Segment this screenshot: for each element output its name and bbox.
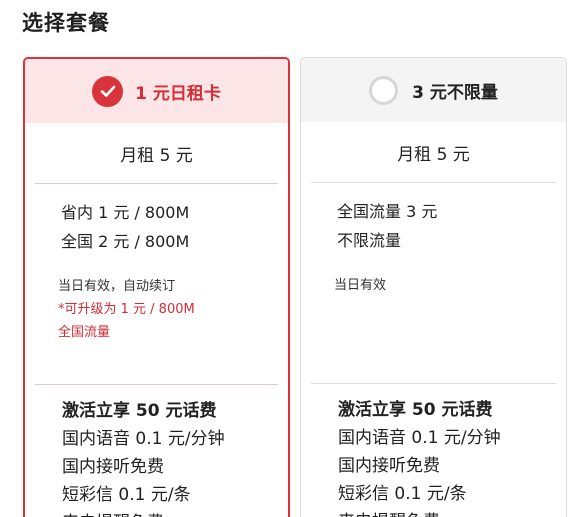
benefit-item: 国内接听免费	[62, 457, 164, 477]
plan-card-daily[interactable]: 1 元日租卡 月租 5 元 省内 1 元 / 800M 全国 2 元 / 800…	[23, 57, 290, 517]
feature-item: 全国 2 元 / 800M	[61, 232, 190, 251]
upgrade-note: *可升级为 1 元 / 800M	[58, 302, 195, 317]
benefit-item: 短彩信 0.1 元/条	[338, 484, 467, 504]
plan-benefits: 激活立享 50 元话费 国内语音 0.1 元/分钟 国内接听免费 短彩信 0.1…	[301, 384, 566, 517]
plan-features: 省内 1 元 / 800M 全国 2 元 / 800M	[25, 184, 288, 256]
plan-selection-page: 选择套餐 1 元日租卡 月租 5 元 省内 1 元 / 800M 全国 2 元 …	[0, 0, 578, 517]
radio-empty-icon[interactable]	[369, 75, 399, 105]
plan-note: 当日有效	[334, 278, 387, 293]
plan-benefits: 激活立享 50 元话费 国内语音 0.1 元/分钟 国内接听免费 短彩信 0.1…	[25, 385, 288, 517]
feature-item: 全国流量 3 元	[337, 202, 438, 221]
plan-name: 3 元不限量	[412, 82, 498, 103]
section-title: 选择套餐	[22, 11, 110, 35]
benefit-item: 激活立享 50 元话费	[338, 400, 493, 420]
plan-features: 全国流量 3 元 不限流量	[301, 183, 566, 255]
upgrade-note: 全国流量	[58, 325, 111, 340]
plan-name: 1 元日租卡	[135, 83, 221, 104]
plan-note-block: 当日有效，自动续订 *可升级为 1 元 / 800M 全国流量	[25, 256, 288, 384]
plan-price: 月租 5 元	[397, 144, 470, 165]
plan-card-unlimited[interactable]: 3 元不限量 月租 5 元 全国流量 3 元 不限流量 当日有效 激活立享 50…	[300, 57, 567, 517]
feature-item: 不限流量	[337, 231, 402, 250]
check-circle-icon[interactable]	[92, 75, 124, 107]
benefit-item: 来电提醒免费	[338, 508, 566, 517]
benefit-item: 短彩信 0.1 元/条	[62, 485, 191, 505]
benefit-item: 国内接听免费	[338, 456, 440, 476]
benefit-item: 来电提醒免费	[62, 509, 288, 517]
plan-header[interactable]: 3 元不限量	[301, 58, 566, 122]
plan-note-block: 当日有效	[301, 255, 566, 383]
benefit-item: 国内语音 0.1 元/分钟	[62, 429, 225, 449]
plan-header[interactable]: 1 元日租卡	[25, 59, 288, 123]
benefit-item: 激活立享 50 元话费	[62, 401, 217, 421]
plan-note: 当日有效，自动续订	[58, 279, 176, 294]
feature-item: 省内 1 元 / 800M	[61, 203, 190, 222]
plan-price: 月租 5 元	[120, 145, 193, 166]
benefit-item: 国内语音 0.1 元/分钟	[338, 428, 501, 448]
